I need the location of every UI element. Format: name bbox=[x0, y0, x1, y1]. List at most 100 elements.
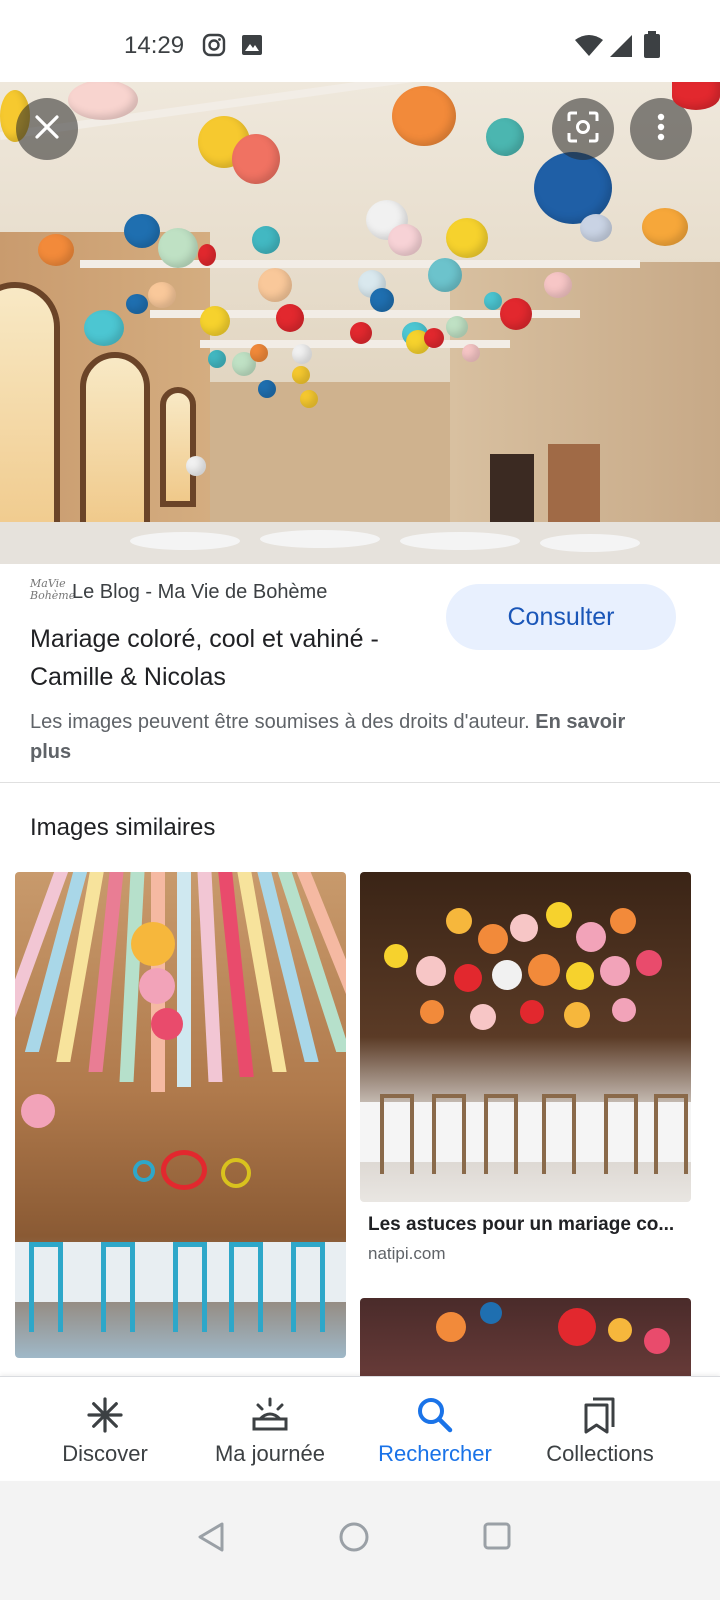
copyright-notice: Les images peuvent être soumises à des d… bbox=[30, 707, 670, 767]
close-button[interactable] bbox=[16, 98, 78, 160]
lantern bbox=[252, 226, 280, 254]
asterisk-icon bbox=[86, 1395, 124, 1435]
similar-image[interactable] bbox=[360, 1298, 691, 1388]
lantern bbox=[454, 964, 482, 992]
lantern bbox=[610, 908, 636, 934]
pompom bbox=[139, 968, 175, 1004]
chair bbox=[229, 1242, 263, 1332]
lantern bbox=[126, 294, 148, 314]
instagram-icon bbox=[202, 33, 226, 62]
lantern bbox=[558, 1308, 596, 1346]
lantern bbox=[436, 1312, 466, 1342]
lantern bbox=[370, 288, 394, 312]
ribbon bbox=[177, 872, 191, 1087]
nav-label: Rechercher bbox=[378, 1441, 492, 1466]
hero-image[interactable] bbox=[0, 82, 720, 564]
lantern bbox=[208, 350, 226, 368]
signal-icon bbox=[608, 34, 634, 63]
wifi-icon bbox=[574, 34, 604, 63]
nav-label: Ma journée bbox=[214, 1441, 326, 1466]
lantern bbox=[566, 962, 594, 990]
hero-door bbox=[490, 454, 534, 532]
hero-table bbox=[260, 530, 380, 548]
lantern bbox=[564, 1002, 590, 1028]
image-title[interactable]: Mariage coloré, cool et vahiné - Camille… bbox=[30, 620, 440, 696]
nav-collections[interactable]: Collections bbox=[510, 1377, 690, 1481]
lantern bbox=[470, 1004, 496, 1030]
copyright-text: Les images peuvent être soumises à des d… bbox=[30, 711, 530, 733]
lantern bbox=[534, 152, 612, 224]
nav-discover[interactable]: Discover bbox=[15, 1377, 195, 1481]
lantern bbox=[292, 366, 310, 384]
chair bbox=[101, 1242, 135, 1332]
battery-icon bbox=[642, 31, 662, 64]
hero-window bbox=[0, 282, 60, 552]
lens-button[interactable] bbox=[552, 98, 614, 160]
lantern bbox=[258, 268, 292, 302]
lantern bbox=[580, 214, 612, 242]
hero-table bbox=[400, 532, 520, 550]
lantern bbox=[276, 304, 304, 332]
lantern bbox=[158, 228, 198, 268]
lantern bbox=[300, 390, 318, 408]
pompom bbox=[131, 922, 175, 966]
lens-icon bbox=[566, 110, 600, 149]
recents-icon[interactable] bbox=[482, 1521, 512, 1556]
lantern bbox=[462, 344, 480, 362]
status-bar: 14:29 bbox=[0, 0, 720, 82]
chair bbox=[604, 1094, 638, 1174]
source-row[interactable]: MaVie Bohème Le Blog - Ma Vie de Bohème bbox=[30, 578, 327, 606]
status-time: 14:29 bbox=[124, 32, 185, 59]
ribbon bbox=[197, 872, 223, 1082]
chair bbox=[29, 1242, 63, 1332]
lantern bbox=[384, 944, 408, 968]
nav-rechercher[interactable]: Rechercher bbox=[345, 1377, 525, 1481]
system-navigation bbox=[0, 1481, 720, 1600]
lantern bbox=[124, 214, 160, 248]
lantern bbox=[350, 322, 372, 344]
collections-icon bbox=[581, 1395, 619, 1435]
source-name[interactable]: Le Blog - Ma Vie de Bohème bbox=[72, 581, 327, 604]
lantern bbox=[612, 998, 636, 1022]
lantern bbox=[486, 118, 524, 156]
lantern bbox=[198, 244, 216, 266]
lantern bbox=[600, 956, 630, 986]
home-icon[interactable] bbox=[338, 1521, 370, 1558]
bottom-navigation: Discover Ma journée Rechercher Collectio… bbox=[0, 1376, 720, 1480]
similar-image[interactable] bbox=[360, 872, 691, 1202]
lantern bbox=[258, 380, 276, 398]
wreath bbox=[133, 1160, 155, 1182]
sunrise-icon bbox=[250, 1395, 290, 1435]
lantern bbox=[636, 950, 662, 976]
hero-table bbox=[130, 532, 240, 550]
search-icon bbox=[416, 1395, 454, 1435]
lantern bbox=[84, 310, 124, 346]
lantern bbox=[388, 224, 422, 256]
hero-window bbox=[80, 352, 150, 532]
similar-image[interactable] bbox=[15, 872, 346, 1358]
lantern bbox=[576, 922, 606, 952]
consult-button[interactable]: Consulter bbox=[446, 584, 676, 650]
chair bbox=[173, 1242, 207, 1332]
lantern bbox=[492, 960, 522, 990]
lantern bbox=[484, 292, 502, 310]
lantern bbox=[608, 1318, 632, 1342]
chair bbox=[380, 1094, 414, 1174]
lantern bbox=[428, 258, 462, 292]
lantern bbox=[38, 234, 74, 266]
source-logo: MaVie Bohème bbox=[30, 577, 76, 602]
lantern bbox=[478, 924, 508, 954]
nav-label: Collections bbox=[546, 1441, 654, 1466]
nav-label: Discover bbox=[62, 1441, 148, 1466]
lantern bbox=[424, 328, 444, 348]
lantern bbox=[544, 272, 572, 298]
back-icon[interactable] bbox=[196, 1521, 226, 1558]
lantern bbox=[200, 306, 230, 336]
similar-image-caption[interactable]: Les astuces pour un mariage co... bbox=[368, 1214, 688, 1236]
hero-window bbox=[160, 387, 196, 507]
close-icon bbox=[33, 113, 61, 146]
chair bbox=[432, 1094, 466, 1174]
chair bbox=[654, 1094, 688, 1174]
nav-ma-journee[interactable]: Ma journée bbox=[180, 1377, 360, 1481]
lantern bbox=[420, 1000, 444, 1024]
